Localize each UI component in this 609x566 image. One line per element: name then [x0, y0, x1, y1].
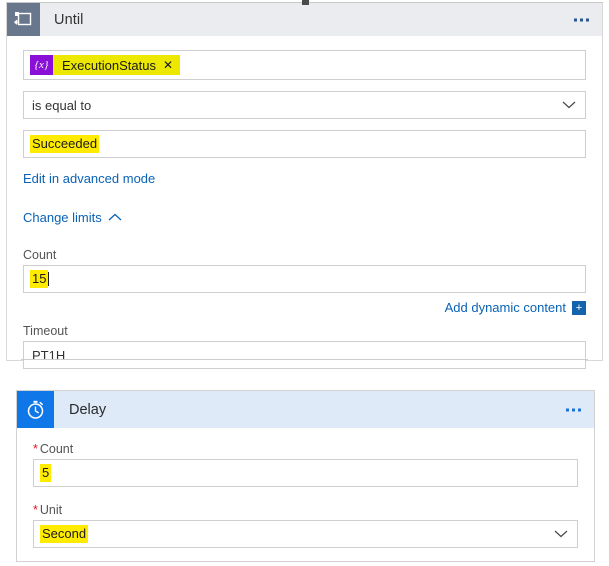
condition-right-operand-field[interactable]: Succeeded	[23, 130, 586, 158]
delay-count-input[interactable]: 5	[33, 459, 578, 487]
until-count-label: Count	[23, 248, 586, 262]
required-asterisk: *	[33, 442, 38, 456]
delay-card-title: Delay	[69, 402, 106, 418]
delay-ellipsis-menu-icon[interactable]	[566, 408, 581, 411]
until-loop-icon	[7, 3, 40, 36]
delay-count-label-text: Count	[40, 442, 73, 456]
token-text: ExecutionStatus	[62, 58, 156, 73]
add-dynamic-content-plus-icon[interactable]: +	[572, 301, 586, 315]
edit-in-advanced-mode-link[interactable]: Edit in advanced mode	[23, 171, 155, 186]
stopwatch-icon	[17, 391, 54, 428]
chevron-down-icon	[562, 98, 576, 113]
condition-value-text: Succeeded	[30, 135, 99, 153]
delay-unit-value: Second	[40, 525, 88, 543]
until-timeout-label: Timeout	[23, 324, 586, 338]
condition-operator-value: is equal to	[32, 98, 91, 113]
delay-card-header[interactable]: Delay	[17, 391, 594, 428]
delay-unit-label-text: Unit	[40, 503, 62, 517]
until-timeout-value: PT1H	[32, 348, 65, 363]
chevron-down-icon	[554, 527, 568, 542]
add-dynamic-content-row[interactable]: Add dynamic content +	[23, 300, 586, 315]
until-card-header[interactable]: Until	[7, 3, 602, 36]
until-action-card: Until {x} ExecutionStatus ✕ is equal to S…	[6, 3, 603, 361]
until-count-value: 15	[30, 270, 48, 288]
until-card-body: {x} ExecutionStatus ✕ is equal to Succeed…	[7, 36, 602, 369]
delay-count-label: *Count	[33, 442, 578, 456]
until-ellipsis-menu-icon[interactable]	[574, 18, 589, 21]
condition-left-operand-field[interactable]: {x} ExecutionStatus ✕	[23, 50, 586, 80]
delay-count-value: 5	[40, 464, 51, 482]
add-dynamic-content-link[interactable]: Add dynamic content	[445, 300, 566, 315]
change-limits-toggle[interactable]: Change limits	[23, 210, 122, 225]
flow-connector-nub	[302, 0, 309, 5]
dynamic-content-token[interactable]: {x} ExecutionStatus ✕	[30, 55, 180, 75]
until-card-title: Until	[54, 12, 84, 28]
chevron-up-icon	[108, 210, 122, 225]
expression-variable-icon: {x}	[30, 55, 53, 75]
text-cursor	[48, 272, 49, 286]
token-remove-icon[interactable]: ✕	[163, 59, 173, 71]
until-timeout-input[interactable]: PT1H	[23, 341, 586, 369]
delay-card-body: *Count 5 *Unit Second	[17, 428, 594, 548]
required-asterisk: *	[33, 503, 38, 517]
condition-operator-select[interactable]: is equal to	[23, 91, 586, 119]
delay-unit-select[interactable]: Second	[33, 520, 578, 548]
until-card-divider	[21, 359, 588, 360]
delay-action-card: Delay *Count 5 *Unit Second	[16, 390, 595, 562]
change-limits-label: Change limits	[23, 210, 102, 225]
token-label: ExecutionStatus ✕	[53, 55, 180, 75]
until-count-input[interactable]: 15	[23, 265, 586, 293]
delay-unit-label: *Unit	[33, 503, 578, 517]
